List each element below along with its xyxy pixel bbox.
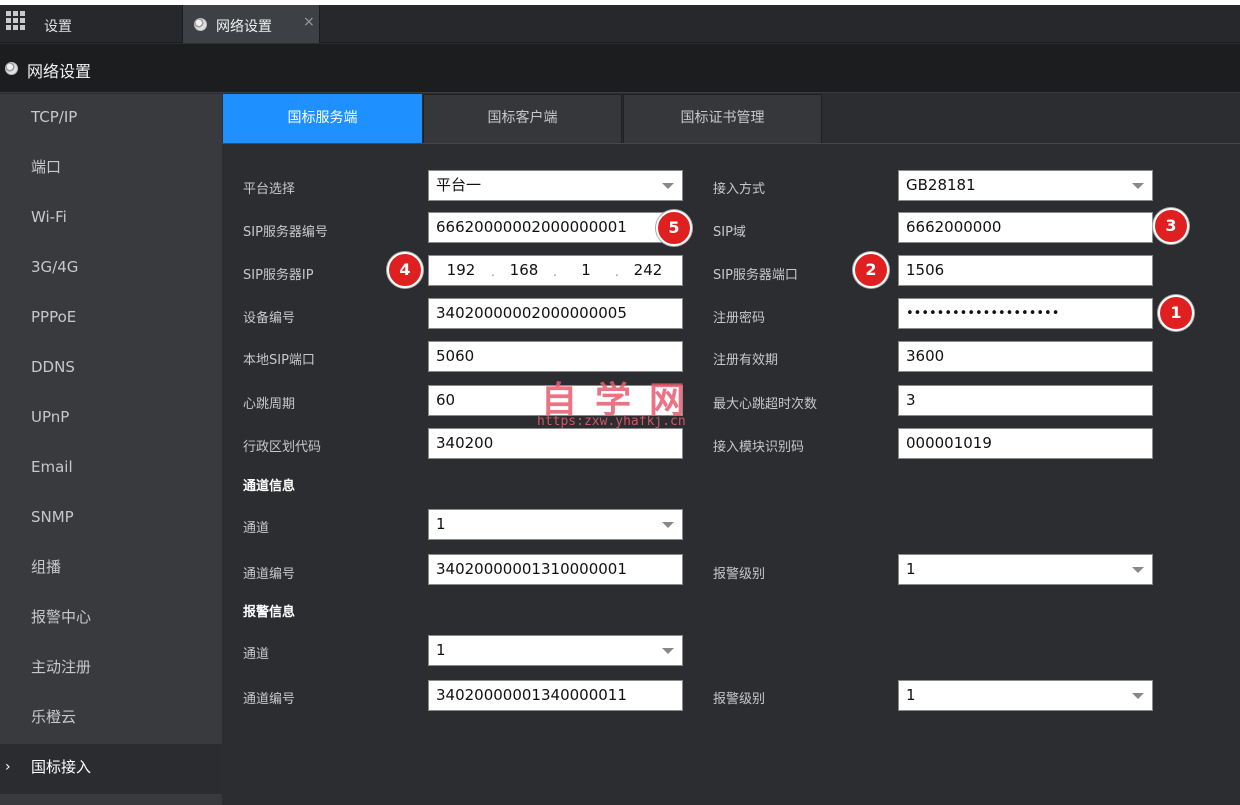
access-mode-label: 接入方式 bbox=[713, 182, 766, 197]
chevron-down-icon bbox=[662, 648, 674, 654]
register-validity-label: 注册有效期 bbox=[713, 353, 779, 368]
admin-region-code-label: 行政区划代码 bbox=[243, 440, 322, 455]
alarm-channel-label: 通道 bbox=[243, 647, 270, 662]
tab-gb-certificate[interactable]: 国标证书管理 bbox=[623, 94, 822, 144]
device-id-label: 设备编号 bbox=[243, 311, 296, 326]
sidebar-item-multicast[interactable]: 组播 bbox=[0, 544, 222, 594]
sip-server-ip-label: SIP服务器IP bbox=[243, 268, 314, 283]
sip-server-ip-input[interactable]: 192 . 168 . 1 . 242 bbox=[428, 255, 683, 286]
alarm-channel-id-input[interactable]: 34020000001340000011 bbox=[428, 680, 683, 711]
heartbeat-period-label: 心跳周期 bbox=[243, 397, 296, 412]
close-icon[interactable]: × bbox=[303, 14, 315, 30]
local-sip-port-label: 本地SIP端口 bbox=[243, 353, 315, 368]
register-password-input[interactable]: •••••••••••••••••••• bbox=[898, 298, 1153, 329]
ip-dot: . bbox=[491, 265, 495, 279]
annotation-badge-3: 3 bbox=[1153, 208, 1189, 244]
globe-icon bbox=[5, 62, 18, 75]
tab-gb-server[interactable]: 国标服务端 bbox=[223, 94, 422, 144]
local-sip-port-input[interactable]: 5060 bbox=[428, 341, 683, 372]
max-heartbeat-timeout-input[interactable]: 3 bbox=[898, 385, 1153, 416]
sidebar-item-port[interactable]: 端口 bbox=[0, 144, 222, 194]
platform-select-value: 平台一 bbox=[436, 176, 482, 194]
sidebar-item-3g4g[interactable]: 3G/4G bbox=[0, 244, 222, 294]
register-validity-input[interactable]: 3600 bbox=[898, 341, 1153, 372]
sidebar-item-snmp[interactable]: SNMP bbox=[0, 494, 222, 544]
chevron-down-icon bbox=[1132, 693, 1144, 699]
tab-gb-client[interactable]: 国标客户端 bbox=[423, 94, 622, 144]
sidebar-item-label: 国标接入 bbox=[31, 758, 92, 776]
register-password-label: 注册密码 bbox=[713, 311, 766, 326]
alarm-alarm-level-select-value: 1 bbox=[906, 686, 916, 704]
sidebar-item-pppoe[interactable]: PPPoE bbox=[0, 294, 222, 344]
alarm-channel-select[interactable]: 1 bbox=[428, 635, 683, 666]
access-module-id-label: 接入模块识别码 bbox=[713, 440, 805, 455]
sidebar-item-tcpip[interactable]: TCP/IP bbox=[0, 94, 222, 144]
ip-octet-2[interactable]: 168 bbox=[504, 256, 544, 285]
apps-grid-icon[interactable] bbox=[6, 11, 26, 30]
channel-id-label: 通道编号 bbox=[243, 567, 296, 582]
watermark-url: https:zxw.yhafkj.cn bbox=[537, 414, 686, 429]
tabs-divider bbox=[222, 143, 1240, 144]
main-content: 国标服务端 国标客户端 国标证书管理 平台选择 SIP服务器编号 SIP服务器I… bbox=[222, 94, 1240, 805]
channel-select[interactable]: 1 bbox=[428, 509, 683, 540]
sip-domain-label: SIP域 bbox=[713, 225, 746, 240]
sidebar-item-wifi[interactable]: Wi-Fi bbox=[0, 194, 222, 244]
sip-domain-input[interactable]: 6662000000 bbox=[898, 212, 1153, 243]
platform-label: 平台选择 bbox=[243, 182, 296, 197]
ip-octet-4[interactable]: 242 bbox=[628, 256, 668, 285]
alarm-info-title: 报警信息 bbox=[243, 605, 296, 620]
sidebar-item-email[interactable]: Email bbox=[0, 444, 222, 494]
chevron-down-icon bbox=[1132, 183, 1144, 189]
alarm-level-select[interactable]: 1 bbox=[898, 554, 1153, 585]
sidebar-item-upnp[interactable]: UPnP bbox=[0, 394, 222, 444]
annotation-badge-1: 1 bbox=[1158, 295, 1194, 331]
channel-select-value: 1 bbox=[436, 515, 446, 533]
sidebar-item-alarm-center[interactable]: 报警中心 bbox=[0, 594, 222, 644]
alarm-level-label: 报警级别 bbox=[713, 567, 766, 582]
channel-info-title: 通道信息 bbox=[243, 479, 296, 494]
sidebar-item-lechange-cloud[interactable]: 乐橙云 bbox=[0, 694, 222, 744]
tab-bar: 设置 网络设置 × bbox=[0, 5, 1240, 43]
alarm-alarm-level-label: 报警级别 bbox=[713, 692, 766, 707]
admin-region-code-input[interactable]: 340200 bbox=[428, 428, 683, 459]
sip-server-id-label: SIP服务器编号 bbox=[243, 225, 328, 240]
ip-dot: . bbox=[553, 265, 557, 279]
ip-octet-3[interactable]: 1 bbox=[566, 256, 606, 285]
annotation-badge-5: 5 bbox=[656, 210, 692, 246]
chevron-down-icon bbox=[662, 522, 674, 528]
page-title: 网络设置 bbox=[27, 62, 92, 81]
tab-settings[interactable]: 设置 bbox=[44, 16, 72, 36]
ip-octet-1[interactable]: 192 bbox=[441, 256, 481, 285]
sip-server-port-input[interactable]: 1506 bbox=[898, 255, 1153, 286]
tab-network-settings[interactable]: 网络设置 × bbox=[182, 5, 320, 43]
tab-network-settings-label: 网络设置 bbox=[216, 19, 272, 35]
device-id-input[interactable]: 34020000002000000005 bbox=[428, 298, 683, 329]
sidebar-item-gb-access[interactable]: › 国标接入 bbox=[0, 744, 222, 794]
access-module-id-input[interactable]: 000001019 bbox=[898, 428, 1153, 459]
sidebar-item-ddns[interactable]: DDNS bbox=[0, 344, 222, 394]
alarm-alarm-level-select[interactable]: 1 bbox=[898, 680, 1153, 711]
sip-server-port-label: SIP服务器端口 bbox=[713, 268, 798, 283]
platform-select[interactable]: 平台一 bbox=[428, 170, 683, 201]
sidebar-item-auto-register[interactable]: 主动注册 bbox=[0, 644, 222, 694]
channel-id-input[interactable]: 34020000001310000001 bbox=[428, 554, 683, 585]
channel-label: 通道 bbox=[243, 521, 270, 536]
sidebar: TCP/IP 端口 Wi-Fi 3G/4G PPPoE DDNS UPnP Em… bbox=[0, 94, 222, 805]
access-mode-select[interactable]: GB28181 bbox=[898, 170, 1153, 201]
alarm-level-select-value: 1 bbox=[906, 560, 916, 578]
access-mode-select-value: GB28181 bbox=[906, 176, 976, 194]
chevron-right-icon: › bbox=[5, 759, 11, 775]
chevron-down-icon bbox=[1132, 567, 1144, 573]
annotation-badge-4: 4 bbox=[387, 252, 423, 288]
max-heartbeat-timeout-label: 最大心跳超时次数 bbox=[713, 397, 818, 412]
globe-icon bbox=[194, 18, 207, 31]
sip-server-id-input[interactable]: 66620000002000000001 bbox=[428, 212, 683, 243]
chevron-down-icon bbox=[662, 183, 674, 189]
alarm-channel-id-label: 通道编号 bbox=[243, 692, 296, 707]
ip-dot: . bbox=[615, 265, 619, 279]
annotation-badge-2: 2 bbox=[853, 252, 889, 288]
alarm-channel-select-value: 1 bbox=[436, 641, 446, 659]
page-header: 网络设置 bbox=[0, 44, 1240, 93]
